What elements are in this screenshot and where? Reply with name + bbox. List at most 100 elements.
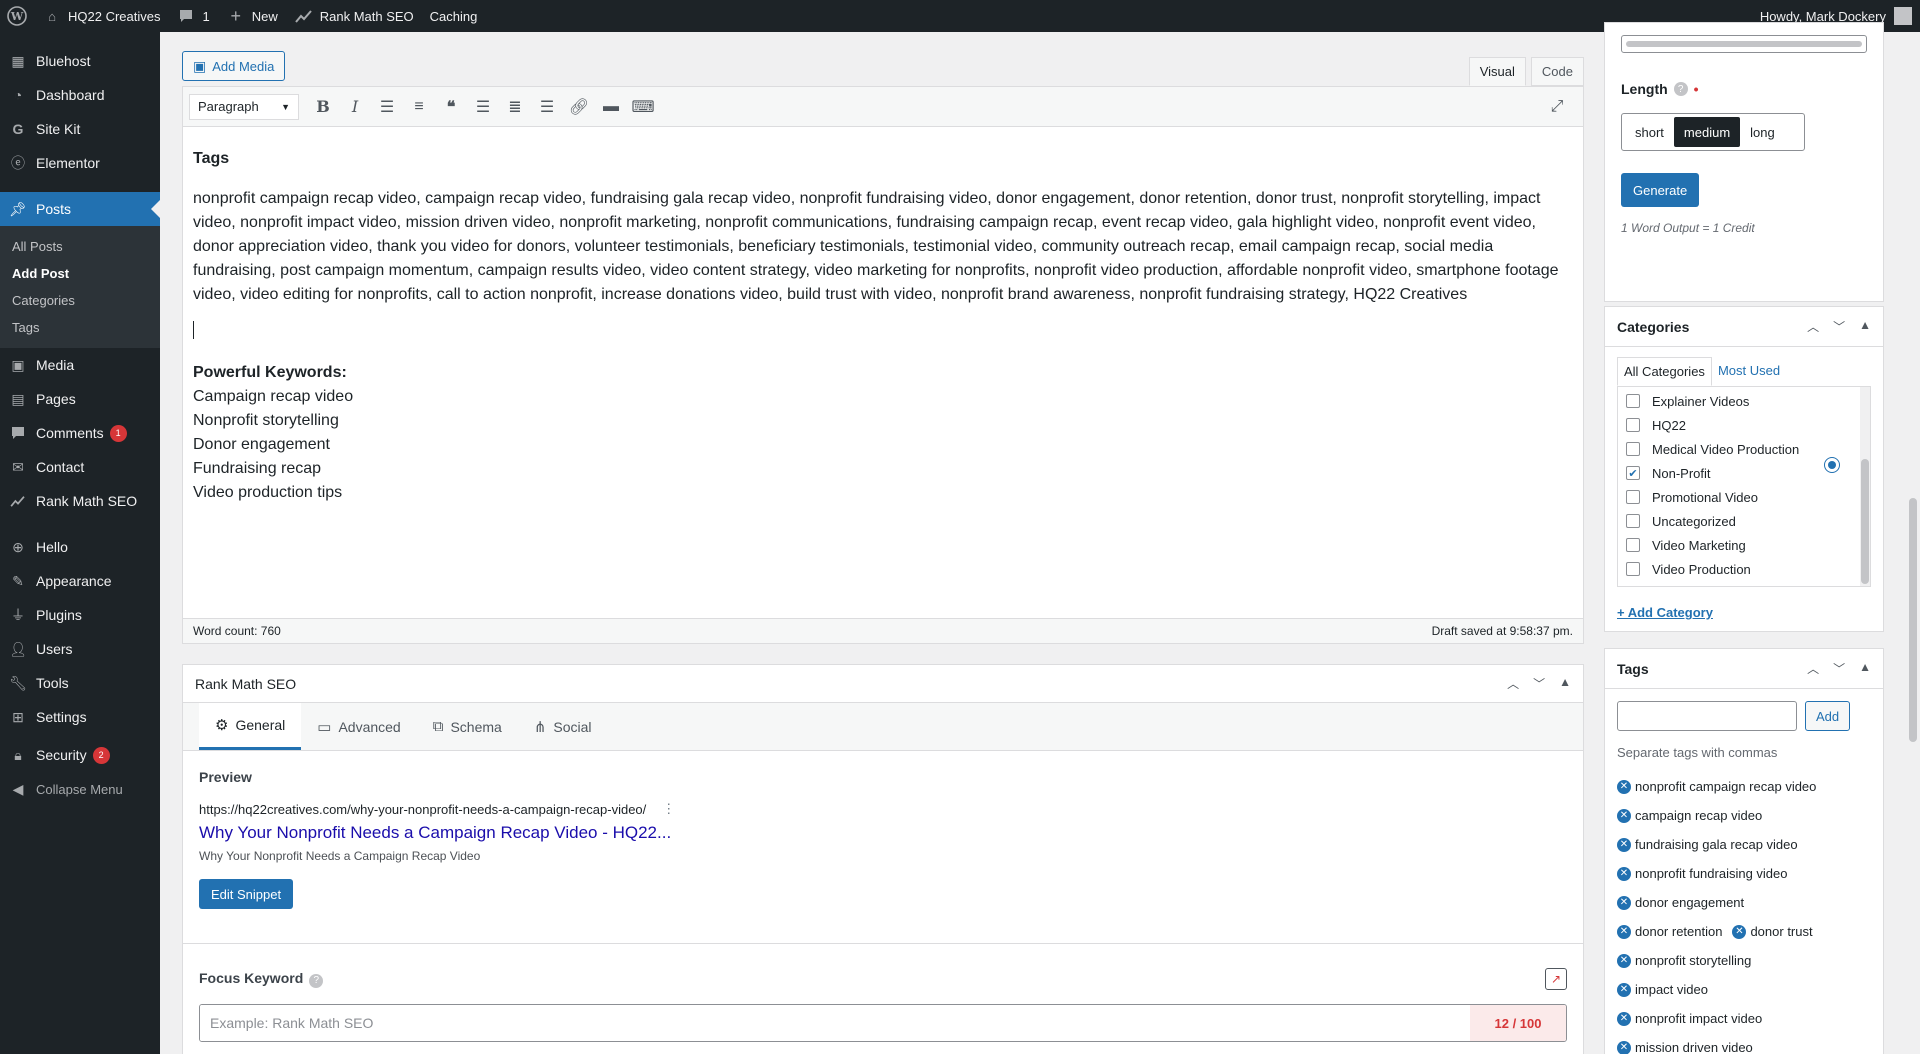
tab-visual[interactable]: Visual bbox=[1468, 57, 1526, 86]
category-item[interactable]: Video Marketing bbox=[1626, 533, 1862, 557]
menu-item-pages[interactable]: ▤ Pages bbox=[0, 382, 160, 416]
checkbox[interactable] bbox=[1626, 562, 1640, 576]
read-more-icon[interactable]: ▬ bbox=[595, 92, 627, 122]
tab-most-used[interactable]: Most Used bbox=[1712, 357, 1786, 386]
tab-schema[interactable]: ⧉ Schema bbox=[417, 703, 518, 750]
remove-tag-icon[interactable]: ✕ bbox=[1617, 779, 1631, 794]
page-scrollbar[interactable] bbox=[1906, 32, 1920, 1054]
tab-code[interactable]: Code bbox=[1530, 57, 1584, 86]
remove-tag-icon[interactable]: ✕ bbox=[1617, 1011, 1631, 1026]
menu-item-security[interactable]: 🔒︎ Security 2 bbox=[0, 738, 160, 772]
rankmath-link[interactable]: Rank Math SEO bbox=[286, 0, 422, 32]
align-left-icon[interactable]: ☰ bbox=[467, 92, 499, 122]
length-option-medium[interactable]: medium bbox=[1673, 117, 1741, 147]
remove-tag-icon[interactable]: ✕ bbox=[1617, 1040, 1631, 1054]
checkbox[interactable] bbox=[1626, 394, 1640, 408]
category-item[interactable]: Explainer Videos bbox=[1626, 389, 1862, 413]
blockquote-icon[interactable]: ❝ bbox=[435, 92, 467, 122]
submenu-tags[interactable]: Tags bbox=[0, 314, 160, 341]
generate-button[interactable]: Generate bbox=[1621, 173, 1700, 207]
menu-item-media[interactable]: ▣ Media bbox=[0, 348, 160, 382]
edit-snippet-button[interactable]: Edit Snippet bbox=[199, 879, 294, 909]
length-option-long[interactable]: long bbox=[1740, 117, 1785, 147]
toggle-panel-icon[interactable]: ▲ bbox=[1859, 318, 1871, 335]
remove-tag-icon[interactable]: ✕ bbox=[1617, 808, 1631, 823]
tab-advanced[interactable]: ▭ Advanced bbox=[301, 703, 416, 750]
chevron-down-icon[interactable]: ﹀ bbox=[1533, 675, 1545, 692]
menu-item-users[interactable]: 👤︎ Users bbox=[0, 632, 160, 666]
menu-item-plugins[interactable]: ⏚ Plugins bbox=[0, 598, 160, 632]
comments-link[interactable]: 1 bbox=[168, 0, 217, 32]
category-item[interactable]: Video Production bbox=[1626, 557, 1862, 581]
wordpress-logo-icon[interactable]: W bbox=[0, 0, 34, 32]
chevron-down-icon[interactable]: ﹀ bbox=[1833, 660, 1845, 677]
chevron-up-icon[interactable]: ︿ bbox=[1507, 675, 1519, 692]
toggle-panel-icon[interactable]: ▲ bbox=[1559, 675, 1571, 692]
toolbar-toggle-icon[interactable]: ⌨ bbox=[627, 92, 659, 122]
remove-tag-icon[interactable]: ✕ bbox=[1617, 982, 1631, 997]
link-icon[interactable]: 🔗︎ bbox=[563, 92, 595, 122]
remove-tag-icon[interactable]: ✕ bbox=[1617, 866, 1631, 881]
scrollbar-thumb[interactable] bbox=[1861, 459, 1869, 584]
menu-item-bluehost[interactable]: ▦ Bluehost bbox=[0, 44, 160, 78]
chevron-up-icon[interactable]: ︿ bbox=[1807, 660, 1819, 677]
length-option-short[interactable]: short bbox=[1625, 117, 1674, 147]
submenu-add-post[interactable]: Add Post bbox=[0, 260, 160, 287]
chevron-up-icon[interactable]: ︿ bbox=[1807, 318, 1819, 335]
category-item[interactable]: Promotional Video bbox=[1626, 485, 1862, 509]
ai-text-field[interactable] bbox=[1621, 35, 1867, 53]
menu-item-posts[interactable]: 📌︎ Posts bbox=[0, 192, 160, 226]
scrollbar[interactable] bbox=[1860, 387, 1870, 586]
remove-tag-icon[interactable]: ✕ bbox=[1617, 837, 1631, 852]
checkbox[interactable] bbox=[1626, 514, 1640, 528]
checkbox[interactable] bbox=[1626, 490, 1640, 504]
collapse-menu-button[interactable]: ◀ Collapse Menu bbox=[0, 772, 160, 806]
checkbox-checked[interactable]: ✔ bbox=[1626, 466, 1640, 480]
menu-item-sitekit[interactable]: G Site Kit bbox=[0, 112, 160, 146]
page-scrollbar-thumb[interactable] bbox=[1909, 498, 1917, 742]
focus-keyword-input[interactable] bbox=[200, 1005, 1470, 1041]
bullet-list-icon[interactable]: ☰ bbox=[371, 92, 403, 122]
site-name-link[interactable]: ⌂ HQ22 Creatives bbox=[34, 0, 168, 32]
category-item[interactable]: HQ22 bbox=[1626, 413, 1862, 437]
toggle-panel-icon[interactable]: ▲ bbox=[1859, 660, 1871, 677]
help-icon[interactable]: ? bbox=[1673, 82, 1688, 96]
checkbox[interactable] bbox=[1626, 418, 1640, 432]
align-center-icon[interactable]: ≣ bbox=[499, 92, 531, 122]
trends-icon[interactable]: ↗ bbox=[1545, 968, 1567, 990]
tab-all-categories[interactable]: All Categories bbox=[1617, 357, 1712, 386]
primary-category-radio[interactable] bbox=[1824, 457, 1840, 473]
editor-content[interactable]: Tags nonprofit campaign recap video, cam… bbox=[183, 127, 1583, 505]
remove-tag-icon[interactable]: ✕ bbox=[1617, 924, 1631, 939]
more-vertical-icon[interactable]: ⋮ bbox=[662, 801, 675, 817]
align-right-icon[interactable]: ☰ bbox=[531, 92, 563, 122]
submenu-categories[interactable]: Categories bbox=[0, 287, 160, 314]
caching-link[interactable]: Caching bbox=[422, 0, 486, 32]
chevron-down-icon[interactable]: ﹀ bbox=[1833, 318, 1845, 335]
menu-item-rankmath[interactable]: Rank Math SEO bbox=[0, 484, 160, 518]
submenu-all-posts[interactable]: All Posts bbox=[0, 233, 160, 260]
new-tag-input[interactable] bbox=[1617, 701, 1797, 731]
tab-general[interactable]: ⚙ General bbox=[199, 703, 302, 750]
menu-item-contact[interactable]: ✉ Contact bbox=[0, 450, 160, 484]
snippet-title[interactable]: Why Your Nonprofit Needs a Campaign Reca… bbox=[199, 823, 1567, 843]
fullscreen-icon[interactable]: ⤢ bbox=[1541, 92, 1573, 122]
menu-item-settings[interactable]: ⊞ Settings bbox=[0, 700, 160, 734]
category-item[interactable]: Uncategorized bbox=[1626, 509, 1862, 533]
checkbox[interactable] bbox=[1626, 442, 1640, 456]
menu-item-dashboard[interactable]: ◔ Dashboard bbox=[0, 78, 160, 112]
menu-item-hello[interactable]: ⊕ Hello bbox=[0, 530, 160, 564]
bold-icon[interactable]: B bbox=[307, 92, 339, 122]
help-icon[interactable]: ? bbox=[309, 973, 324, 988]
remove-tag-icon[interactable]: ✕ bbox=[1732, 924, 1747, 939]
tab-social[interactable]: ⋔ Social bbox=[518, 703, 608, 750]
menu-item-elementor[interactable]: ⓔ Elementor bbox=[0, 146, 160, 180]
checkbox[interactable] bbox=[1626, 538, 1640, 552]
format-select[interactable]: Paragraph ▼ bbox=[189, 93, 299, 120]
add-category-link[interactable]: + Add Category bbox=[1617, 605, 1871, 620]
italic-icon[interactable]: I bbox=[339, 92, 371, 122]
add-media-button[interactable]: ▣ Add Media bbox=[182, 51, 286, 81]
remove-tag-icon[interactable]: ✕ bbox=[1617, 953, 1631, 968]
add-tag-button[interactable]: Add bbox=[1805, 701, 1851, 731]
numbered-list-icon[interactable]: ≡ bbox=[403, 92, 435, 122]
